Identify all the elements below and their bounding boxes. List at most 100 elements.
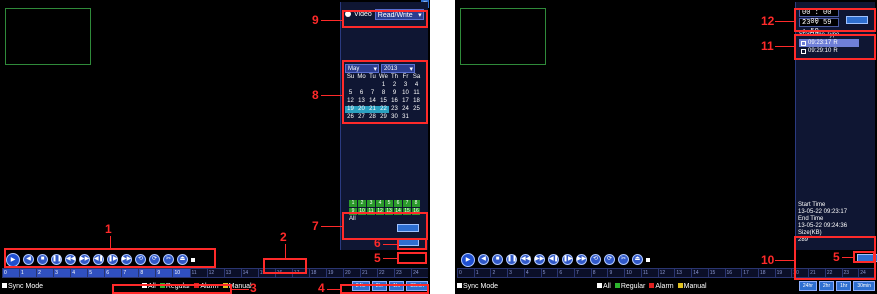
status-indicator: [646, 257, 650, 262]
legend-regular[interactable]: Regular: [614, 283, 645, 290]
channel-checkbox[interactable]: 5: [385, 200, 393, 207]
timeline-hour[interactable]: 7: [574, 269, 591, 277]
timeline-hour[interactable]: 1: [19, 269, 37, 277]
timeline-hour[interactable]: 18: [308, 269, 326, 277]
playback-control-button[interactable]: ❚❚: [506, 254, 517, 265]
callout-line: [321, 95, 342, 96]
timeline[interactable]: 0 1 2 3 4 5 6 7 8 9 10 11 12 13 14 15 16 17 18 19 20 21 22 23 24: [2, 268, 428, 278]
timeline-hour[interactable]: 20: [342, 269, 360, 277]
timeline-hour[interactable]: 13: [674, 269, 691, 277]
playback-control-button[interactable]: ▶▶: [576, 254, 587, 265]
playback-control-button[interactable]: ⟲: [590, 254, 601, 265]
callout-line: [232, 289, 249, 290]
sync-mode-toggle[interactable]: Sync Mode: [457, 283, 498, 290]
timeline-hour[interactable]: 14: [240, 269, 258, 277]
playback-control-button[interactable]: ◀: [478, 254, 489, 265]
timeline-hour[interactable]: 1: [473, 269, 491, 277]
timeline-hour[interactable]: 19: [325, 269, 343, 277]
manual-swatch: [677, 283, 683, 289]
callout-line: [285, 244, 286, 258]
playback-control-button[interactable]: ◀❚: [548, 254, 559, 265]
channel-frame[interactable]: [5, 8, 91, 65]
callout-line: [775, 21, 794, 22]
timeline-hour[interactable]: 3: [53, 269, 71, 277]
timeline-hour[interactable]: 11: [189, 269, 207, 277]
timeline-hour[interactable]: 15: [707, 269, 725, 277]
timeline-hour[interactable]: 5: [540, 269, 558, 277]
timeline-hour[interactable]: 19: [774, 269, 792, 277]
play-button[interactable]: ▶: [461, 252, 475, 267]
sync-mode-toggle[interactable]: Sync Mode: [2, 283, 43, 290]
playback-control-button[interactable]: ■: [492, 254, 503, 265]
timeline-hour[interactable]: 10: [624, 269, 641, 277]
timeline-hour[interactable]: 9: [155, 269, 173, 277]
legend-manual[interactable]: Manual: [677, 282, 707, 290]
timeline-hour[interactable]: 16: [724, 269, 742, 277]
callout-box-calendar: [342, 60, 428, 124]
timeline-hour[interactable]: 24: [411, 269, 428, 277]
playback-window-left: × Video Read/Write May 2013 SuMoTuWeThFr…: [0, 0, 430, 294]
channel-checkbox[interactable]: 4: [376, 200, 384, 207]
timeline-hour[interactable]: 4: [70, 269, 88, 277]
timeline-hour[interactable]: 12: [206, 269, 224, 277]
timeline-hour[interactable]: 3: [507, 269, 524, 277]
playback-control-button[interactable]: ◀◀: [520, 254, 531, 265]
sync-checkbox[interactable]: [457, 283, 462, 289]
timeline-hour[interactable]: 0: [2, 269, 20, 277]
timeline-hour[interactable]: 22: [377, 269, 394, 277]
channel-checkbox[interactable]: 8: [412, 200, 420, 207]
playback-control-button[interactable]: ✂: [618, 254, 629, 265]
timeline-scale-button[interactable]: 24hr: [798, 281, 817, 291]
timeline-hour[interactable]: 11: [640, 269, 658, 277]
callout-box-file-list: [794, 34, 876, 60]
timeline-hour[interactable]: 6: [104, 269, 122, 277]
channel-checkbox[interactable]: 3: [367, 200, 375, 207]
legend-alarm[interactable]: Alarm: [649, 283, 674, 290]
timeline-hour[interactable]: 8: [138, 269, 156, 277]
timeline-hour[interactable]: 5: [87, 269, 105, 277]
channel-checkbox[interactable]: 1: [349, 200, 357, 207]
timeline-hour[interactable]: 4: [523, 269, 541, 277]
timeline-hour[interactable]: 12: [657, 269, 675, 277]
timeline-hour[interactable]: 18: [757, 269, 775, 277]
channel-checkbox[interactable]: 6: [394, 200, 402, 207]
timeline-scale-button[interactable]: 1hr: [836, 281, 852, 291]
video-display[interactable]: [457, 2, 795, 248]
timeline-hour[interactable]: 13: [223, 269, 241, 277]
callout-box-mode: [342, 10, 428, 28]
timeline-hour[interactable]: 2: [490, 269, 507, 277]
timeline-hour[interactable]: 0: [457, 269, 474, 277]
callout-box-speeds: [340, 284, 429, 294]
channel-checkbox[interactable]: 7: [403, 200, 411, 207]
timeline-hour[interactable]: 6: [557, 269, 574, 277]
video-display[interactable]: [2, 2, 337, 248]
callout-1: 1: [105, 222, 112, 236]
callout-box-legend: [112, 284, 232, 294]
timeline-hour[interactable]: 8: [590, 269, 608, 277]
callout-box-back: [853, 251, 875, 263]
timeline-scale-button[interactable]: 30min: [853, 281, 875, 291]
timeline-hour[interactable]: 10: [172, 269, 190, 277]
callout-11: 11: [761, 39, 774, 53]
playback-control-button[interactable]: ⟳: [604, 254, 615, 265]
callout-2: 2: [280, 230, 287, 244]
timeline-hour[interactable]: 17: [741, 269, 758, 277]
legend-all[interactable]: All: [597, 283, 611, 290]
playback-control-button[interactable]: ❚▶: [562, 254, 573, 265]
callout-box-timeline: [263, 258, 307, 274]
timeline-hour[interactable]: 2: [36, 269, 54, 277]
callout-5: 5: [374, 251, 381, 265]
playback-control-button[interactable]: ▶▶: [534, 254, 545, 265]
timeline-hour[interactable]: 21: [359, 269, 377, 277]
timeline-scale-button[interactable]: 2hr: [818, 281, 835, 291]
timeline-hour[interactable]: 23: [394, 269, 411, 277]
sync-checkbox[interactable]: [2, 283, 7, 289]
timeline-hour[interactable]: 14: [691, 269, 708, 277]
legend-manual-label: Manual: [683, 282, 707, 290]
playback-control-button[interactable]: ⏏: [632, 254, 643, 265]
channel-frame[interactable]: [460, 8, 546, 65]
channel-checkbox[interactable]: 2: [358, 200, 366, 207]
timeline-hour[interactable]: 9: [607, 269, 624, 277]
timeline-hour[interactable]: 7: [121, 269, 139, 277]
start-time-value: 13-05-22 09:23:17: [798, 209, 848, 215]
